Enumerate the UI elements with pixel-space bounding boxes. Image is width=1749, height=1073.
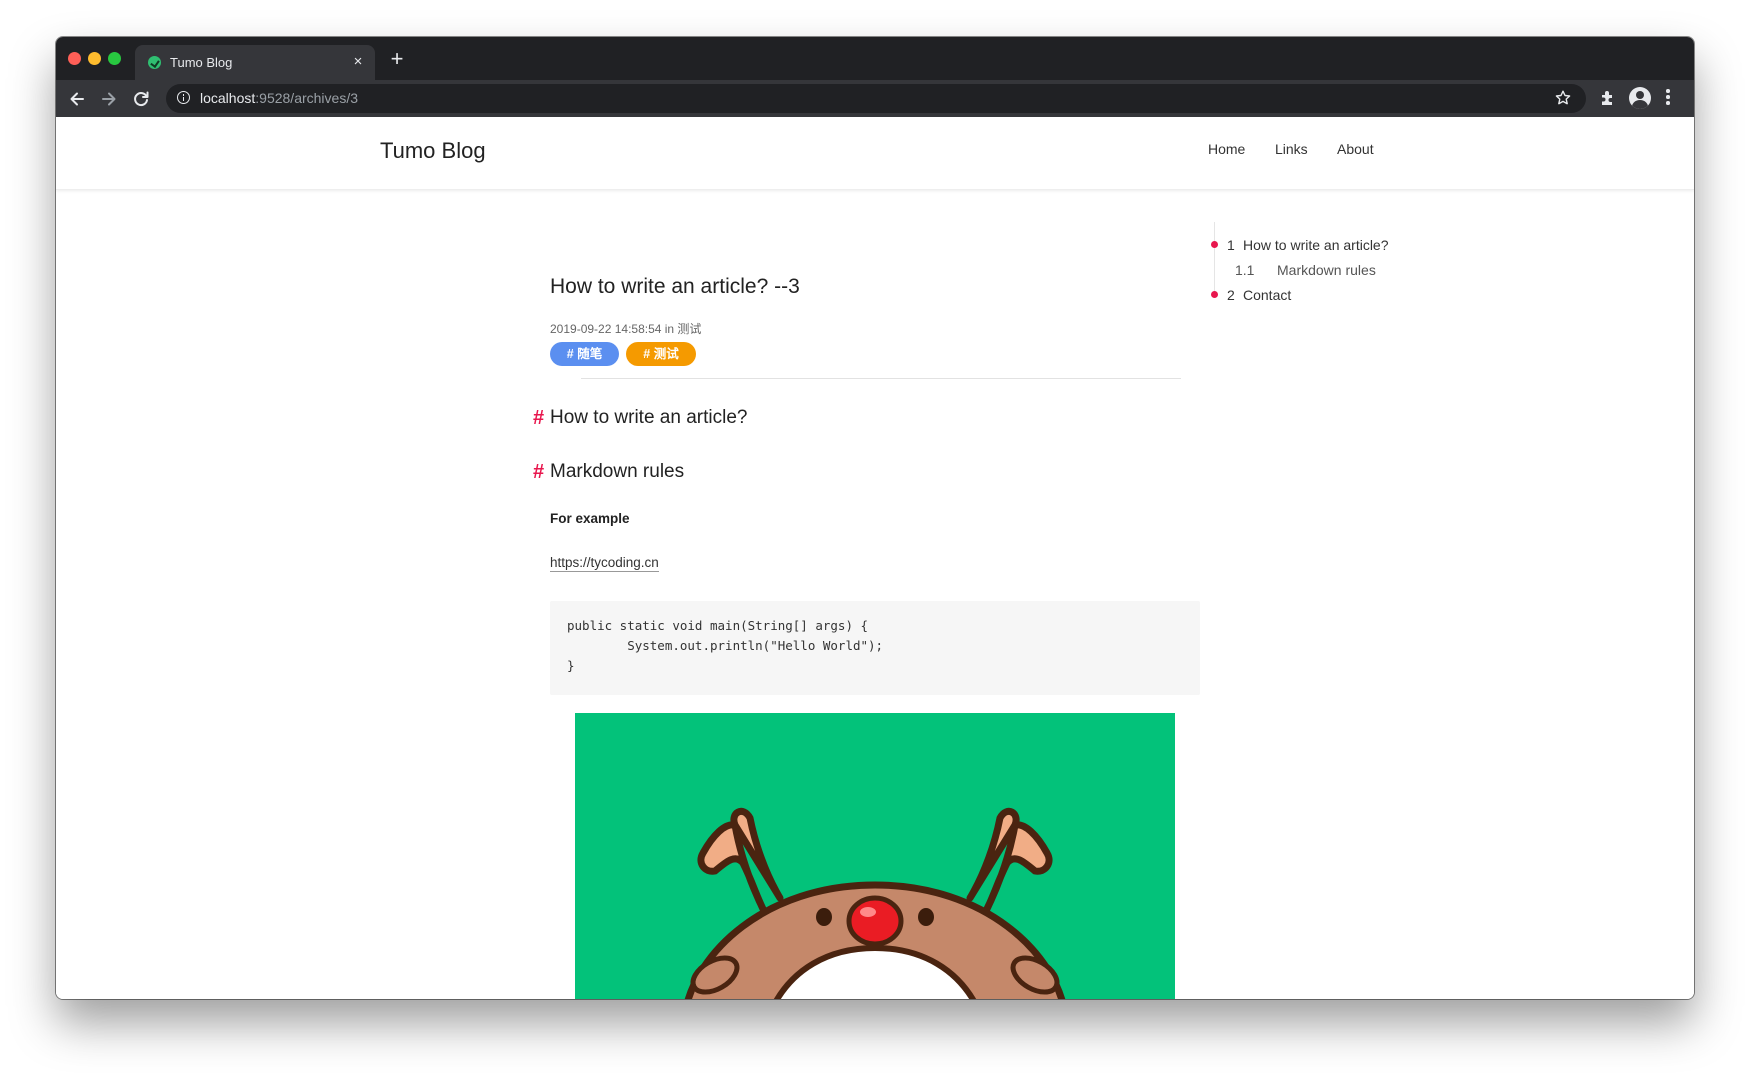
code-block: public static void main(String[] args) {… xyxy=(550,601,1200,695)
article-link[interactable]: https://tycoding.cn xyxy=(550,555,659,572)
reindeer-illustration xyxy=(575,713,1175,999)
site-header: Tumo Blog Home Links About xyxy=(56,117,1694,190)
nav-about[interactable]: About xyxy=(1337,141,1374,157)
url-text[interactable]: localhost:9528/archives/3 xyxy=(200,90,358,106)
code-line: public static void main(String[] args) { xyxy=(567,618,869,633)
bold-paragraph: For example xyxy=(550,511,630,526)
reload-icon[interactable] xyxy=(130,88,152,110)
right-antler xyxy=(966,807,1053,917)
tag-badge[interactable]: # 测试 xyxy=(626,342,696,366)
divider xyxy=(581,378,1181,379)
toc-number: 1 xyxy=(1227,237,1235,253)
table-of-contents: 1 How to write an article? 1.1 Markdown … xyxy=(1206,216,1506,303)
tab-strip: Tumo Blog × + xyxy=(56,37,1694,80)
article-meta: 2019-09-22 14:58:54 in 测试 xyxy=(550,322,702,336)
heading-anchor-icon[interactable]: # xyxy=(533,461,544,484)
extensions-icon[interactable] xyxy=(1598,88,1618,108)
code-line: } xyxy=(567,658,575,673)
toc-bullet xyxy=(1211,241,1218,248)
profile-icon[interactable] xyxy=(1629,87,1651,109)
site-brand[interactable]: Tumo Blog xyxy=(380,138,486,164)
more-menu-icon[interactable] xyxy=(1666,89,1670,107)
red-nose xyxy=(846,895,904,947)
tab-title: Tumo Blog xyxy=(170,55,233,70)
tab-close-icon[interactable]: × xyxy=(349,53,367,71)
browser-window: Tumo Blog × + localhost:9528/archives/3 xyxy=(56,37,1694,999)
url-path: :9528/archives/3 xyxy=(255,90,358,106)
toc-rail xyxy=(1214,222,1215,292)
info-icon[interactable] xyxy=(177,91,190,104)
article-heading: How to write an article? xyxy=(550,407,748,428)
nav-links[interactable]: Links xyxy=(1275,141,1308,157)
heading-anchor-icon[interactable]: # xyxy=(533,407,544,430)
browser-toolbar: localhost:9528/archives/3 xyxy=(56,80,1694,117)
zoom-window-button[interactable] xyxy=(108,52,121,65)
toc-item-contact[interactable]: Contact xyxy=(1243,287,1291,303)
star-icon[interactable] xyxy=(1554,89,1572,107)
url-host: localhost xyxy=(200,90,256,106)
favicon-icon xyxy=(148,56,161,69)
toc-item-markdown-rules[interactable]: Markdown rules xyxy=(1277,262,1376,278)
toc-item-how-to-write[interactable]: How to write an article? xyxy=(1243,237,1389,253)
forward-arrow-icon[interactable] xyxy=(98,88,120,110)
back-arrow-icon[interactable] xyxy=(66,88,88,110)
left-antler xyxy=(697,807,784,917)
web-page: Tumo Blog Home Links About How to write … xyxy=(56,117,1694,999)
new-tab-icon[interactable]: + xyxy=(386,48,408,70)
address-bar[interactable]: localhost:9528/archives/3 xyxy=(166,84,1586,113)
article-title: How to write an article? --3 xyxy=(550,275,800,298)
minimize-window-button[interactable] xyxy=(88,52,101,65)
toc-bullet xyxy=(1211,291,1218,298)
nav-home[interactable]: Home xyxy=(1208,141,1245,157)
browser-tab[interactable]: Tumo Blog × xyxy=(135,45,375,80)
article-heading: Markdown rules xyxy=(550,461,685,482)
tag-badge[interactable]: # 随笔 xyxy=(550,342,619,366)
code-line: System.out.println("Hello World"); xyxy=(567,638,884,653)
toc-number: 2 xyxy=(1227,287,1235,303)
toc-number: 1.1 xyxy=(1235,262,1255,278)
close-window-button[interactable] xyxy=(68,52,81,65)
screen: Tumo Blog × + localhost:9528/archives/3 xyxy=(0,0,1749,1073)
